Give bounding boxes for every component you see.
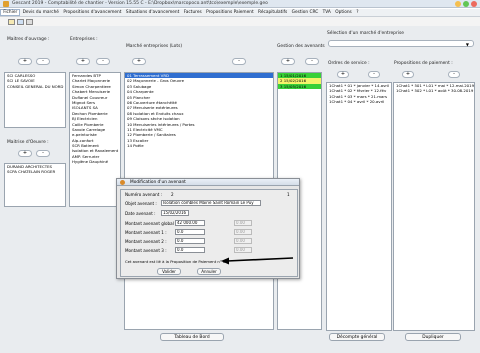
maximize-icon[interactable] bbox=[463, 1, 469, 7]
menu-recapitulatifs[interactable]: Récapitulatifs bbox=[256, 10, 290, 15]
link-note: Cet avenant est lié à la Proposition de … bbox=[125, 259, 226, 264]
arrow-left-icon bbox=[221, 257, 294, 265]
global-label: Montant avenant global : bbox=[125, 221, 177, 226]
add-entreprise-button[interactable]: + bbox=[76, 58, 90, 65]
propositions-list[interactable]: 1Chat1 * 501 * L01 * mai * 12.mai.2019 1C… bbox=[393, 82, 475, 331]
remove-entreprise-button[interactable]: - bbox=[96, 58, 110, 65]
dialog-title-bar: Modification d'un avenant bbox=[117, 179, 299, 186]
dialog-title: Modification d'un avenant bbox=[130, 180, 186, 185]
chevron-down-icon: ▼ bbox=[465, 42, 469, 47]
menu-bar: Fichier Devis du marché Propositions d'a… bbox=[0, 9, 480, 17]
dialog-form: Numéro avenant : 2 1 Objet avenant : Iso… bbox=[120, 189, 298, 277]
marche-select[interactable]: ▼ bbox=[328, 40, 474, 47]
menu-help[interactable]: ? bbox=[354, 10, 361, 15]
menu-gestion-crc[interactable]: Gestion CRC bbox=[289, 10, 320, 15]
montant3-label: Montant avenant 3 : bbox=[125, 248, 167, 253]
numero-value: 2 bbox=[171, 192, 174, 197]
global-ttc-input: 0.00 bbox=[234, 220, 252, 226]
global-input[interactable]: 42 000.00 bbox=[175, 220, 205, 226]
avenant-row[interactable]: 3 15/05/2016 bbox=[278, 83, 321, 90]
add-lot-button[interactable]: + bbox=[132, 58, 146, 65]
maitres-ouvrage-list[interactable]: SCI CARLESSO SCI LE SAVOIE CONSEIL GENERAL… bbox=[4, 72, 66, 128]
montant1-label: Montant avenant 1 : bbox=[125, 230, 167, 235]
add-moe-button[interactable]: + bbox=[18, 150, 32, 157]
menu-devis[interactable]: Devis du marché bbox=[20, 10, 61, 15]
list-item[interactable]: CONSEIL GENERAL DU NORD bbox=[5, 84, 65, 89]
numero-label: Numéro avenant : bbox=[125, 192, 162, 197]
menu-fichier[interactable]: Fichier bbox=[0, 9, 21, 16]
entreprises-label: Entreprises : bbox=[70, 37, 98, 42]
save-icon[interactable] bbox=[17, 18, 24, 25]
valider-button[interactable]: Valider bbox=[157, 268, 181, 275]
lot-row[interactable]: 14 Poële bbox=[125, 143, 273, 148]
objet-input[interactable]: Isolation combles Mairie Saint Romain Le… bbox=[161, 200, 261, 206]
close-icon[interactable] bbox=[471, 1, 477, 7]
app-icon bbox=[3, 1, 9, 7]
modification-avenant-dialog: Modification d'un avenant Numéro avenant… bbox=[116, 178, 300, 279]
toolbar bbox=[0, 17, 480, 26]
add-proposition-button[interactable]: + bbox=[402, 71, 414, 78]
remove-avenant-button[interactable]: - bbox=[305, 58, 319, 65]
menu-tva[interactable]: TVA bbox=[320, 10, 333, 15]
list-item[interactable]: Hygiène Dauphiné bbox=[70, 159, 120, 164]
ordres-service-label: Ordres de service : bbox=[328, 61, 370, 66]
objet-label: Objet avenant : bbox=[125, 201, 157, 206]
minimize-icon[interactable] bbox=[455, 1, 461, 7]
entreprises-list[interactable]: Fernandes BTP Charlet Maçonnerie Simon Cha… bbox=[69, 72, 121, 207]
tableau-de-bord-button[interactable]: Tableau de Bord bbox=[160, 333, 224, 341]
menu-options[interactable]: Options bbox=[333, 10, 354, 15]
montant2-input[interactable]: 0.0 bbox=[175, 238, 205, 244]
remove-proposition-button[interactable]: - bbox=[448, 71, 460, 78]
list-item[interactable]: SCPA CHATELAIN ROGER bbox=[5, 169, 65, 174]
montant2-ttc-input: 0.00 bbox=[234, 238, 252, 244]
selection-marche-label: Sélection d'un marché d'entreprise bbox=[327, 31, 404, 36]
date-label: Date avenant : bbox=[125, 211, 156, 216]
montant3-input[interactable]: 0.0 bbox=[175, 247, 205, 253]
dupliquer-button[interactable]: Dupliquer bbox=[405, 333, 461, 341]
remove-maitre-button[interactable]: - bbox=[36, 58, 50, 65]
montant2-label: Montant avenant 2 : bbox=[125, 239, 167, 244]
add-os-button[interactable]: + bbox=[337, 71, 349, 78]
numero-right-value: 1 bbox=[287, 192, 290, 197]
maitre-oeuvre-label: Maitrise d'Oeuvre : bbox=[7, 140, 49, 145]
remove-moe-button[interactable]: - bbox=[36, 150, 50, 157]
open-icon[interactable] bbox=[8, 18, 15, 25]
marche-entreprises-label: Marché entreprises (Lots) bbox=[126, 44, 183, 49]
decompte-general-button[interactable]: Décompte général bbox=[329, 333, 385, 341]
gestion-avenants-label: Gestion des avenants bbox=[277, 44, 325, 49]
date-input[interactable]: 15/02/2016 bbox=[161, 210, 189, 216]
maitres-ouvrage-label: Maitres d'ouvrage : bbox=[7, 37, 50, 42]
add-avenant-button[interactable]: + bbox=[281, 58, 295, 65]
dialog-app-icon bbox=[120, 180, 125, 185]
montant3-ttc-input: 0.00 bbox=[234, 247, 252, 253]
propositions-paiement-label: Propositions de paiement : bbox=[394, 61, 453, 66]
title-bar: Gescant 2019 - Comptabilité de chantier … bbox=[0, 0, 480, 8]
proposition-row[interactable]: 1Chat1 * 502 * L01 * août * 30.08.2019 bbox=[394, 88, 474, 93]
window-title: Gescant 2019 - Comptabilité de chantier … bbox=[12, 1, 268, 6]
menu-propositions-paiement[interactable]: Propositions Paiement bbox=[204, 10, 256, 15]
menu-factures[interactable]: Factures bbox=[182, 10, 204, 15]
os-row[interactable]: 1Chat1 * 04 * avril * 20.avril bbox=[327, 99, 391, 104]
remove-lot-button[interactable]: - bbox=[232, 58, 246, 65]
ordres-service-list[interactable]: 1Chat1 * 01 * janvier * 14.avril 1Chat1 *… bbox=[326, 82, 392, 331]
menu-propositions-avancement[interactable]: Propositions d'avancement bbox=[61, 10, 124, 15]
window-controls bbox=[455, 1, 477, 7]
montant1-input[interactable]: 0.0 bbox=[175, 229, 205, 235]
add-maitre-button[interactable]: + bbox=[18, 58, 32, 65]
print-icon[interactable] bbox=[26, 18, 33, 25]
os-row[interactable]: 1Chat1 * 02 * février * 12.fév bbox=[327, 88, 391, 93]
montant1-ttc-input: 0.00 bbox=[234, 229, 252, 235]
annuler-button[interactable]: Annuler bbox=[197, 268, 221, 275]
remove-os-button[interactable]: - bbox=[368, 71, 380, 78]
menu-situations[interactable]: Situations d'avancement bbox=[124, 10, 182, 15]
maitres-oeuvre-list[interactable]: DURAND ARCHITECTES SCPA CHATELAIN ROGER bbox=[4, 163, 66, 207]
